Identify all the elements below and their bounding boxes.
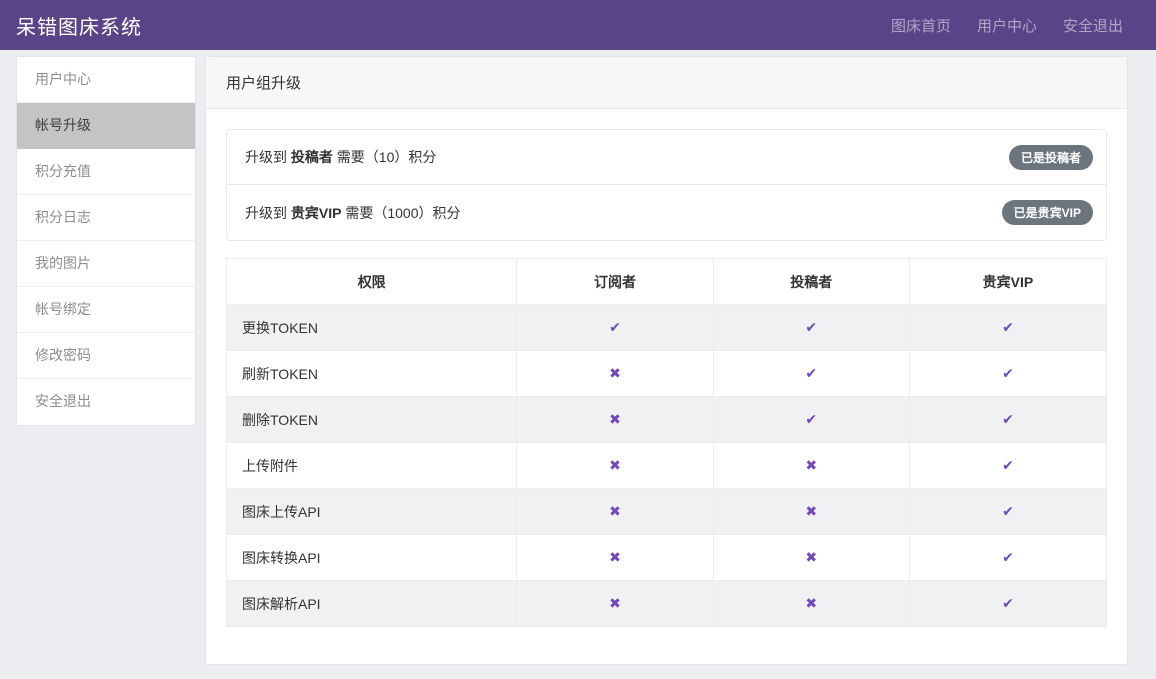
permission-label: 图床转换API bbox=[227, 535, 517, 581]
permission-cell: ✔ bbox=[713, 305, 909, 351]
column-header-4: 贵宾VIP bbox=[909, 259, 1106, 305]
permission-cell: ✔ bbox=[909, 351, 1106, 397]
table-row: 图床解析API ✖ ✖ ✔ bbox=[227, 581, 1107, 627]
cross-icon: ✖ bbox=[609, 457, 621, 473]
topbar-link-3[interactable]: 安全退出 bbox=[1063, 15, 1123, 36]
page-title: 用户组升级 bbox=[226, 75, 301, 92]
upgrade-group-name: 贵宾VIP bbox=[291, 205, 342, 221]
upgrade-row-2: 升级到 贵宾VIP 需要（1000）积分 已是贵宾VIP bbox=[227, 185, 1106, 240]
cross-icon: ✖ bbox=[609, 549, 621, 565]
upgrade-text: 升级到 贵宾VIP 需要（1000）积分 bbox=[245, 203, 461, 223]
upgrade-row-1: 升级到 投稿者 需要（10）积分 已是投稿者 bbox=[227, 130, 1106, 185]
main-panel: 用户组升级 升级到 投稿者 需要（10）积分已是投稿者升级到 贵宾VIP 需要（… bbox=[205, 56, 1128, 665]
upgrade-text: 升级到 投稿者 需要（10）积分 bbox=[245, 147, 436, 167]
check-icon: ✔ bbox=[1002, 595, 1014, 611]
table-row: 图床上传API ✖ ✖ ✔ bbox=[227, 489, 1107, 535]
check-icon: ✔ bbox=[1002, 549, 1014, 565]
column-header-1: 权限 bbox=[227, 259, 517, 305]
permission-label: 删除TOKEN bbox=[227, 397, 517, 443]
permission-cell: ✔ bbox=[713, 351, 909, 397]
permission-cell: ✖ bbox=[517, 351, 713, 397]
permission-cell: ✖ bbox=[713, 443, 909, 489]
sidebar-item-4[interactable]: 积分日志 bbox=[17, 195, 195, 241]
cross-icon: ✖ bbox=[805, 503, 817, 519]
upgrade-prefix: 升级到 bbox=[245, 149, 291, 165]
topbar-link-1[interactable]: 图床首页 bbox=[891, 15, 951, 36]
page-content: 用户中心帐号升级积分充值积分日志我的图片帐号绑定修改密码安全退出 用户组升级 升… bbox=[0, 50, 1156, 665]
permission-cell: ✖ bbox=[713, 581, 909, 627]
permissions-table-head: 权限订阅者投稿者贵宾VIP bbox=[227, 259, 1107, 305]
upgrade-group-name: 投稿者 bbox=[291, 149, 333, 165]
permission-label: 图床解析API bbox=[227, 581, 517, 627]
permission-cell: ✔ bbox=[909, 305, 1106, 351]
permissions-table-body: 更换TOKEN✔✔✔刷新TOKEN✖✔✔删除TOKEN✖✔✔上传附件✖✖✔图床上… bbox=[227, 305, 1107, 627]
permissions-table: 权限订阅者投稿者贵宾VIP 更换TOKEN✔✔✔刷新TOKEN✖✔✔删除TOKE… bbox=[226, 258, 1107, 627]
permission-label: 上传附件 bbox=[227, 443, 517, 489]
table-row: 更换TOKEN ✔ ✔ ✔ bbox=[227, 305, 1107, 351]
permission-label: 更换TOKEN bbox=[227, 305, 517, 351]
check-icon: ✔ bbox=[1002, 365, 1014, 381]
permission-cell: ✖ bbox=[713, 535, 909, 581]
permission-cell: ✔ bbox=[909, 581, 1106, 627]
permission-cell: ✔ bbox=[909, 397, 1106, 443]
column-header-3: 投稿者 bbox=[713, 259, 909, 305]
topbar-nav: 图床首页 用户中心 安全退出 bbox=[865, 15, 1123, 36]
status-badge: 已是投稿者 bbox=[1009, 145, 1093, 170]
brand-title[interactable]: 呆错图床系统 bbox=[16, 11, 142, 40]
check-icon: ✔ bbox=[805, 411, 817, 427]
permission-cell: ✔ bbox=[713, 397, 909, 443]
sidebar-item-8[interactable]: 安全退出 bbox=[17, 379, 195, 425]
upgrade-requirement: 需要（10）积分 bbox=[333, 149, 436, 165]
table-header-row: 权限订阅者投稿者贵宾VIP bbox=[227, 259, 1107, 305]
sidebar: 用户中心帐号升级积分充值积分日志我的图片帐号绑定修改密码安全退出 bbox=[16, 56, 196, 426]
column-header-2: 订阅者 bbox=[517, 259, 713, 305]
permission-cell: ✔ bbox=[909, 489, 1106, 535]
cross-icon: ✖ bbox=[609, 411, 621, 427]
table-row: 上传附件 ✖ ✖ ✔ bbox=[227, 443, 1107, 489]
permission-label: 图床上传API bbox=[227, 489, 517, 535]
check-icon: ✔ bbox=[1002, 411, 1014, 427]
table-row: 刷新TOKEN ✖ ✔ ✔ bbox=[227, 351, 1107, 397]
check-icon: ✔ bbox=[1002, 503, 1014, 519]
upgrade-prefix: 升级到 bbox=[245, 205, 291, 221]
permission-cell: ✖ bbox=[517, 489, 713, 535]
permission-cell: ✖ bbox=[517, 535, 713, 581]
table-row: 删除TOKEN ✖ ✔ ✔ bbox=[227, 397, 1107, 443]
panel-header: 用户组升级 bbox=[206, 57, 1127, 109]
permission-cell: ✖ bbox=[517, 397, 713, 443]
cross-icon: ✖ bbox=[609, 595, 621, 611]
check-icon: ✔ bbox=[1002, 457, 1014, 473]
permission-cell: ✖ bbox=[517, 443, 713, 489]
cross-icon: ✖ bbox=[609, 503, 621, 519]
sidebar-item-2[interactable]: 帐号升级 bbox=[17, 103, 195, 149]
upgrade-requirement: 需要（1000）积分 bbox=[341, 205, 460, 221]
cross-icon: ✖ bbox=[805, 549, 817, 565]
permission-cell: ✔ bbox=[517, 305, 713, 351]
check-icon: ✔ bbox=[609, 319, 621, 335]
sidebar-item-6[interactable]: 帐号绑定 bbox=[17, 287, 195, 333]
sidebar-item-5[interactable]: 我的图片 bbox=[17, 241, 195, 287]
upgrade-box: 升级到 投稿者 需要（10）积分已是投稿者升级到 贵宾VIP 需要（1000）积… bbox=[226, 129, 1107, 241]
topbar-link-2[interactable]: 用户中心 bbox=[977, 15, 1037, 36]
check-icon: ✔ bbox=[805, 319, 817, 335]
cross-icon: ✖ bbox=[609, 365, 621, 381]
permission-cell: ✔ bbox=[909, 535, 1106, 581]
permission-cell: ✔ bbox=[909, 443, 1106, 489]
check-icon: ✔ bbox=[805, 365, 817, 381]
permission-cell: ✖ bbox=[517, 581, 713, 627]
check-icon: ✔ bbox=[1002, 319, 1014, 335]
sidebar-item-3[interactable]: 积分充值 bbox=[17, 149, 195, 195]
permission-label: 刷新TOKEN bbox=[227, 351, 517, 397]
table-row: 图床转换API ✖ ✖ ✔ bbox=[227, 535, 1107, 581]
status-badge: 已是贵宾VIP bbox=[1002, 200, 1093, 225]
cross-icon: ✖ bbox=[805, 457, 817, 473]
top-navbar: 呆错图床系统 图床首页 用户中心 安全退出 bbox=[0, 0, 1156, 50]
sidebar-item-1[interactable]: 用户中心 bbox=[17, 57, 195, 103]
sidebar-item-7[interactable]: 修改密码 bbox=[17, 333, 195, 379]
permission-cell: ✖ bbox=[713, 489, 909, 535]
panel-body: 升级到 投稿者 需要（10）积分已是投稿者升级到 贵宾VIP 需要（1000）积… bbox=[206, 109, 1127, 664]
cross-icon: ✖ bbox=[805, 595, 817, 611]
